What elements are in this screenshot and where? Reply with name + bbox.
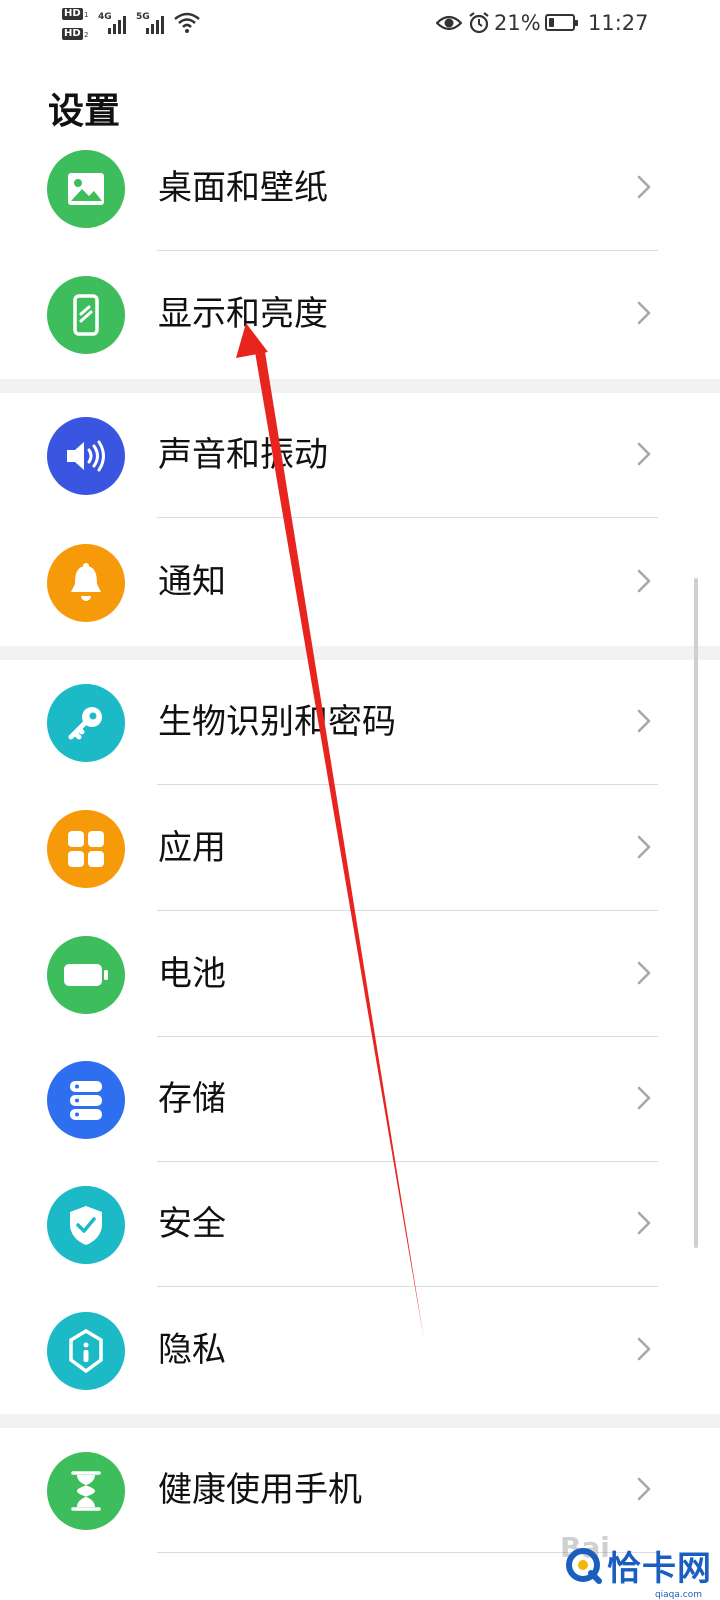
watermark-logo-icon [566, 1547, 602, 1584]
watermark-brand: 恰卡网 [607, 1549, 712, 1589]
annotation-arrow [236, 323, 424, 1340]
watermark-domain: qiaqa.com [654, 1590, 702, 1600]
site-watermark: 恰卡网 [565, 1541, 712, 1590]
